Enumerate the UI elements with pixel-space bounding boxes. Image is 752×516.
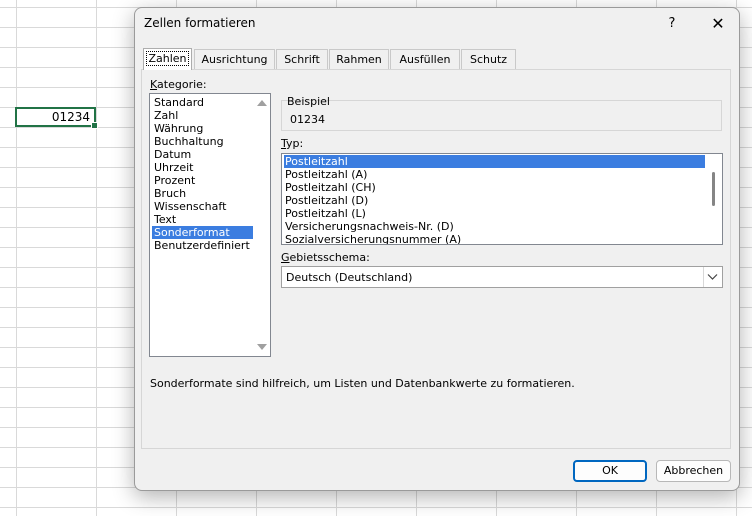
tab-rahmen[interactable]: Rahmen (329, 49, 389, 69)
tab-schrift[interactable]: Schrift (276, 49, 328, 69)
locale-label: Gebietsschema: (281, 251, 370, 264)
category-item-waehrung[interactable]: Währung (152, 122, 254, 135)
category-scrollbar[interactable] (253, 94, 270, 356)
locale-select[interactable]: Deutsch (Deutschland) (281, 266, 723, 288)
type-item-postleitzahl-l[interactable]: Postleitzahl (L) (284, 207, 705, 220)
cancel-button[interactable]: Abbrechen (656, 460, 731, 482)
close-button[interactable]: ✕ (705, 14, 731, 34)
category-item-sonderformat[interactable]: Sonderformat (152, 226, 254, 239)
ok-button[interactable]: OK (573, 460, 647, 482)
tab-ausrichtung[interactable]: Ausrichtung (194, 49, 275, 69)
category-item-buchhaltung[interactable]: Buchhaltung (152, 135, 254, 148)
sample-group: 01234 (281, 100, 722, 131)
format-cells-dialog: Zellen formatieren ? ✕ Zahlen Ausrichtun… (134, 7, 740, 491)
scroll-down-icon[interactable] (257, 344, 267, 350)
type-item-versicherungsnachweis[interactable]: Versicherungsnachweis-Nr. (D) (284, 220, 705, 233)
category-label: Kategorie: (150, 78, 207, 91)
category-item-uhrzeit[interactable]: Uhrzeit (152, 161, 254, 174)
tab-ausfuellen[interactable]: Ausfüllen (390, 49, 460, 69)
category-item-benutzerdefiniert[interactable]: Benutzerdefiniert (152, 239, 254, 252)
close-icon: ✕ (711, 14, 725, 33)
title-bar[interactable]: Zellen formatieren ? ✕ (135, 8, 739, 40)
type-label: Typ: (281, 137, 304, 150)
category-item-datum[interactable]: Datum (152, 148, 254, 161)
chevron-down-icon (707, 274, 718, 280)
tab-schutz[interactable]: Schutz (461, 49, 516, 69)
description-text: Sonderformate sind hilfreich, um Listen … (150, 377, 575, 390)
type-scrollbar-thumb[interactable] (712, 172, 715, 206)
category-item-prozent[interactable]: Prozent (152, 174, 254, 187)
type-items: Postleitzahl Postleitzahl (A) Postleitza… (284, 155, 705, 244)
help-button[interactable]: ? (659, 14, 685, 34)
type-item-postleitzahl-a[interactable]: Postleitzahl (A) (284, 168, 705, 181)
category-item-zahl[interactable]: Zahl (152, 109, 254, 122)
category-item-text[interactable]: Text (152, 213, 254, 226)
sample-label: Beispiel (287, 95, 330, 108)
category-item-standard[interactable]: Standard (152, 96, 254, 109)
type-item-sozialversicherungsnummer[interactable]: Sozialversicherungsnummer (A) (284, 233, 705, 244)
type-item-postleitzahl[interactable]: Postleitzahl (284, 155, 705, 168)
active-cell[interactable]: 01234 (15, 107, 98, 129)
locale-value: Deutsch (Deutschland) (286, 271, 413, 284)
category-item-bruch[interactable]: Bruch (152, 187, 254, 200)
dialog-title: Zellen formatieren (144, 16, 256, 30)
category-items: Standard Zahl Währung Buchhaltung Datum … (152, 96, 254, 252)
type-item-postleitzahl-d[interactable]: Postleitzahl (D) (284, 194, 705, 207)
type-item-postleitzahl-ch[interactable]: Postleitzahl (CH) (284, 181, 705, 194)
sample-value: 01234 (290, 113, 325, 126)
type-scrollbar[interactable] (705, 154, 722, 244)
scroll-up-icon[interactable] (257, 100, 267, 106)
category-item-wissenschaft[interactable]: Wissenschaft (152, 200, 254, 213)
tab-zahlen[interactable]: Zahlen (143, 48, 192, 70)
locale-dropdown-button[interactable] (703, 267, 722, 287)
type-list[interactable]: Postleitzahl Postleitzahl (A) Postleitza… (281, 153, 723, 245)
category-list[interactable]: Standard Zahl Währung Buchhaltung Datum … (149, 93, 271, 357)
